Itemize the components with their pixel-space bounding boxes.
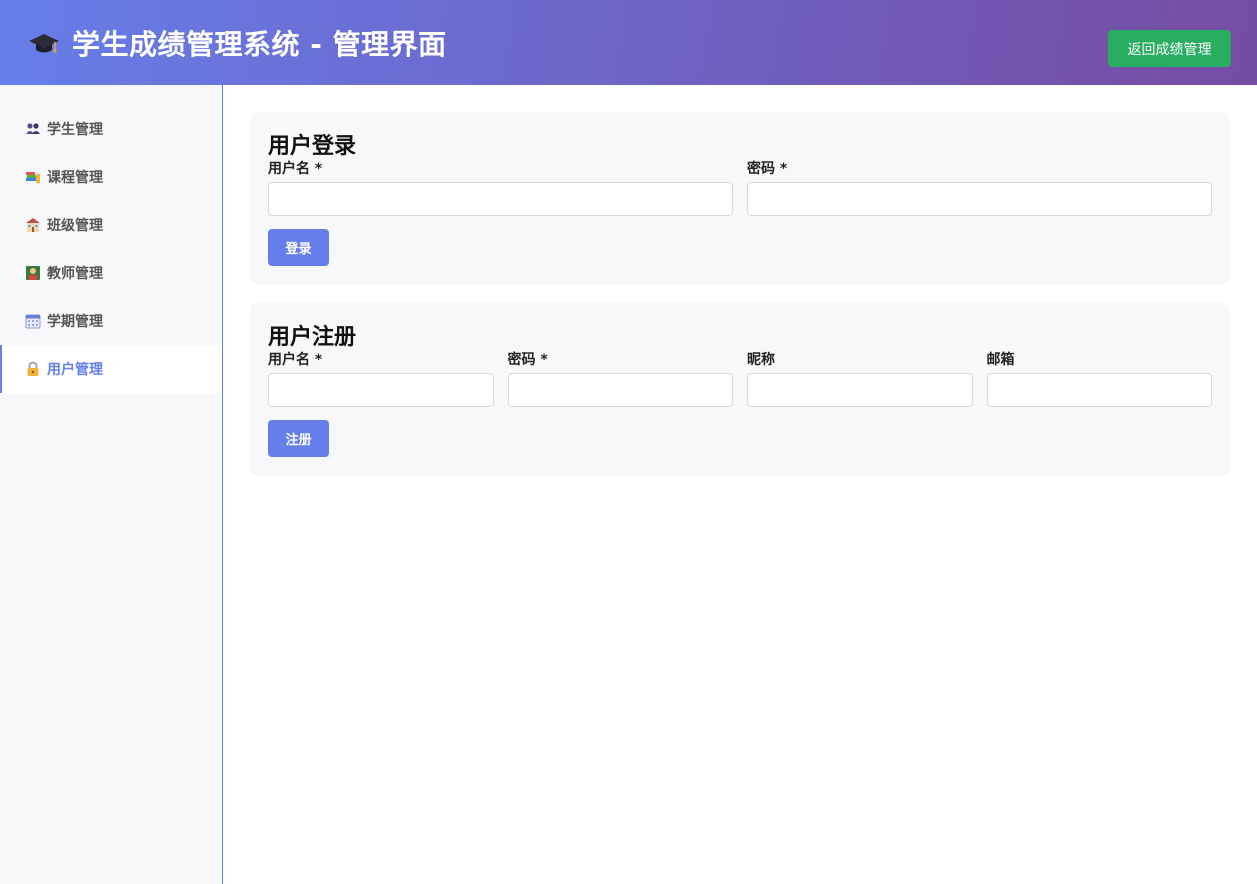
calendar-icon: [25, 314, 41, 329]
login-username-input[interactable]: [268, 182, 733, 216]
sidebar-item-label: 班级管理: [47, 218, 103, 234]
school-icon: [26, 218, 40, 232]
back-to-grades-button[interactable]: 返回成绩管理: [1108, 30, 1231, 67]
lock-icon: [27, 361, 39, 376]
teacher-icon: [26, 266, 40, 280]
graduation-cap-icon: [29, 33, 59, 53]
register-nickname-label: 昵称: [747, 352, 775, 368]
sidebar-item-label: 学生管理: [47, 122, 103, 138]
sidebar-item-users[interactable]: 用户管理: [0, 345, 222, 393]
register-password-label: 密码 *: [507, 352, 548, 368]
page-title: 学生成绩管理系统 - 管理界面: [72, 27, 447, 61]
register-nickname-input[interactable]: [747, 373, 973, 407]
sidebar-item-label: 学期管理: [47, 314, 103, 330]
login-username-label: 用户名 *: [268, 161, 323, 177]
register-username-field: 用户名 *: [268, 351, 494, 407]
register-email-label: 邮箱: [986, 352, 1015, 368]
sidebar-item-courses[interactable]: 课程管理: [0, 153, 222, 201]
register-password-input[interactable]: [507, 373, 733, 407]
sidebar-item-label: 用户管理: [47, 362, 103, 378]
register-nickname-field: 昵称: [747, 351, 973, 407]
register-email-field: 邮箱: [986, 351, 1212, 407]
login-password-input[interactable]: [747, 182, 1212, 216]
login-button[interactable]: 登录: [268, 229, 329, 266]
register-username-label: 用户名 *: [268, 352, 323, 368]
sidebar-item-teachers[interactable]: 教师管理: [0, 249, 222, 297]
books-icon: [26, 172, 40, 183]
sidebar-item-students[interactable]: 学生管理: [0, 105, 222, 153]
register-password-field: 密码 *: [507, 351, 733, 407]
students-icon: [26, 123, 40, 134]
register-fields: 用户名 * 密码 * 昵称 邮箱: [268, 351, 1212, 407]
login-fields: 用户名 * 密码 *: [268, 160, 1212, 216]
login-card: 用户登录 用户名 * 密码 * 登录: [250, 112, 1230, 285]
sidebar: 学生管理 课程管理 班级管理 教师管理 学期管理 用户管理: [0, 85, 223, 884]
register-email-input[interactable]: [986, 373, 1212, 407]
sidebar-item-terms[interactable]: 学期管理: [0, 297, 222, 345]
register-title: 用户注册: [268, 325, 357, 350]
register-username-input[interactable]: [268, 373, 494, 407]
app-header: 学生成绩管理系统 - 管理界面 返回成绩管理: [0, 0, 1257, 85]
login-title: 用户登录: [268, 134, 357, 159]
login-username-field: 用户名 *: [268, 160, 733, 216]
register-card: 用户注册 用户名 * 密码 * 昵称 邮箱 注册: [250, 303, 1230, 476]
sidebar-item-classes[interactable]: 班级管理: [0, 201, 222, 249]
login-password-field: 密码 *: [747, 160, 1212, 216]
register-button[interactable]: 注册: [268, 420, 329, 457]
sidebar-item-label: 教师管理: [47, 266, 103, 282]
main-content: 用户登录 用户名 * 密码 * 登录 用户注册 用户名 * 密码 * 昵称 邮箱…: [223, 85, 1257, 884]
sidebar-item-label: 课程管理: [47, 170, 103, 186]
login-password-label: 密码 *: [747, 161, 788, 177]
